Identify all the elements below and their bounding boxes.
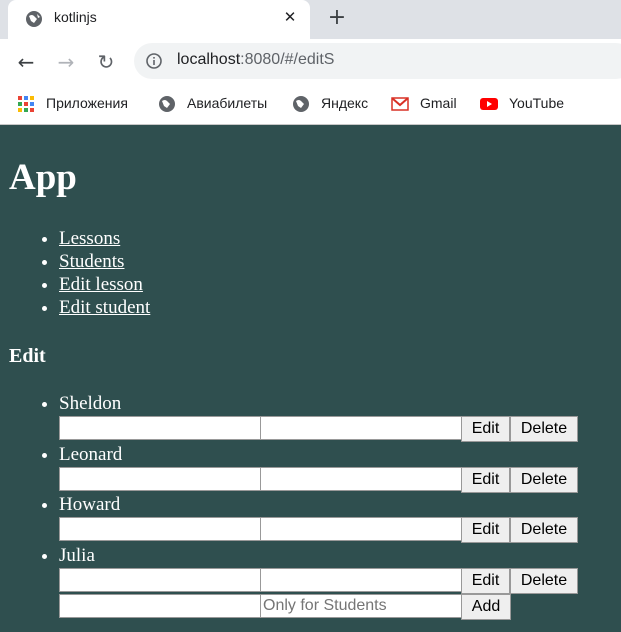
browser-tab[interactable]: kotlinjs ✕ [8,0,310,39]
page-content: App Lessons Students Edit lesson Edit st… [0,125,621,632]
url-path: :8080/#/editS [240,51,335,68]
tab-strip: kotlinjs ✕ + [0,0,621,39]
last-name-field[interactable] [260,416,465,440]
close-tab-icon[interactable]: ✕ [282,9,298,25]
apps-grid-icon [17,95,35,113]
nav-item: Edit lesson [59,273,150,296]
first-name-field[interactable] [59,517,264,541]
new-tab-icon[interactable]: + [325,7,349,31]
edit-button[interactable]: Edit [461,466,510,493]
back-icon[interactable]: ← [13,49,39,75]
url-host: localhost [177,51,241,68]
last-name-field[interactable] [260,517,465,541]
reload-icon[interactable]: ↻ [93,49,119,75]
bookmark-label: Приложения [46,95,128,111]
bookmark-label: Авиабилеты [187,95,268,111]
first-name-field[interactable] [59,416,264,440]
edit-button[interactable]: Edit [461,567,510,594]
nav-link-students[interactable]: Students [59,251,124,272]
globe-icon [158,95,176,113]
first-name-field[interactable] [59,466,264,491]
nav-link-lessons[interactable]: Lessons [59,228,120,249]
delete-button[interactable]: Delete [510,567,578,594]
delete-button[interactable]: Delete [510,517,578,543]
nav-list: Lessons Students Edit lesson Edit studen… [38,227,150,319]
app-title: App [9,157,77,198]
last-name-field[interactable] [260,466,465,491]
last-name-field[interactable] [260,567,465,592]
browser-toolbar: ← → ↻ localhost:8080/#/editS [0,39,621,85]
globe-icon [292,95,310,113]
delete-button[interactable]: Delete [510,466,578,493]
bookmark-label: Яндекс [321,95,369,111]
nav-item: Students [59,250,150,273]
gmail-icon [391,95,409,113]
bookmark-label: Gmail [420,95,457,111]
nav-item: Edit student [59,296,150,319]
forward-icon[interactable]: → [53,49,79,75]
bookmark-label: YouTube [509,95,565,111]
delete-button[interactable]: Delete [510,416,578,442]
section-title: Edit [9,345,46,367]
nav-link-edit-student[interactable]: Edit student [59,297,150,318]
youtube-icon [480,95,498,113]
first-name-field[interactable] [59,567,264,592]
info-icon[interactable] [146,53,162,69]
tab-title: kotlinjs [54,9,97,25]
add-button[interactable]: Add [461,594,511,620]
nav-link-edit-lesson[interactable]: Edit lesson [59,274,143,295]
bookmarks-bar: Приложения Авиабилеты Яндекс Gmail YouTu… [0,85,621,125]
edit-button[interactable]: Edit [461,416,510,442]
student-list: Sheldon Cooper Edit Delete Leonard Hofst… [38,393,578,595]
globe-icon [25,10,43,33]
address-bar[interactable]: localhost:8080/#/editS [134,43,621,79]
new-first-name-field[interactable] [59,594,264,618]
url-text: localhost:8080/#/editS [177,51,334,69]
new-last-name-field[interactable] [260,594,465,618]
edit-button[interactable]: Edit [461,517,510,543]
nav-item: Lessons [59,227,150,250]
